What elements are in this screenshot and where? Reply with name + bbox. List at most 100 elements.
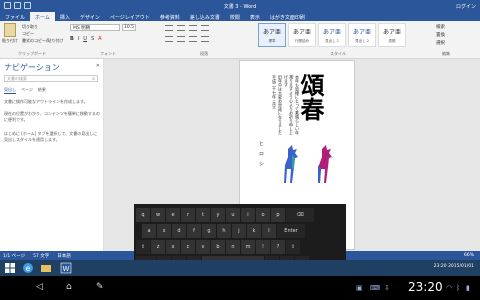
key-p[interactable]: p <box>271 208 285 222</box>
italic-button[interactable]: I <box>78 36 79 42</box>
key-s[interactable]: s <box>157 224 171 238</box>
style-title[interactable]: あア亜 表題 <box>378 23 406 47</box>
align-left-icon[interactable] <box>165 36 173 42</box>
styles-group-label: スタイル <box>330 51 346 56</box>
tab-mailings[interactable]: 差し込み文書 <box>185 12 225 21</box>
key-w[interactable]: w <box>151 208 165 222</box>
tab-design[interactable]: デザイン <box>75 12 105 21</box>
paste-button[interactable] <box>4 23 16 37</box>
internet-explorer-icon[interactable]: e <box>22 262 34 274</box>
format-painter-button[interactable]: 書式のコピー/貼り付け <box>22 38 63 44</box>
font-size-select[interactable]: 10.5 <box>122 24 136 31</box>
home-icon[interactable]: ⌂ <box>66 282 72 292</box>
language[interactable]: 日本語 <box>57 253 71 259</box>
align-right-icon[interactable] <box>189 36 197 42</box>
font-name-select[interactable]: MS 明朝 <box>70 24 120 31</box>
key-c[interactable]: c <box>181 240 195 254</box>
nav-tab-pages[interactable]: ページ <box>21 87 33 94</box>
windows-taskbar: e W 23:20 2015/01/01 <box>0 260 480 276</box>
close-icon[interactable]: ✕ <box>96 63 100 69</box>
multilevel-icon[interactable] <box>189 25 197 31</box>
style-sample: あア亜 <box>262 29 281 36</box>
key-l[interactable]: l <box>262 224 276 238</box>
tab-insert[interactable]: 挿入 <box>55 12 75 21</box>
style-heading-2[interactable]: あア亜 見出し 2 <box>348 23 376 47</box>
signin-link[interactable]: ログイン <box>456 3 476 10</box>
cut-button[interactable]: 切り取り <box>22 24 38 30</box>
select-button[interactable]: 選択 <box>436 40 445 48</box>
file-explorer-icon[interactable] <box>40 262 52 274</box>
key-e[interactable]: e <box>166 208 180 222</box>
enter-key[interactable]: Enter <box>277 224 305 238</box>
tab-references[interactable]: 参考資料 <box>155 12 185 21</box>
align-center-icon[interactable] <box>177 36 185 42</box>
zoom-level[interactable]: 66% <box>464 253 474 258</box>
nav-tab-results[interactable]: 結果 <box>38 87 46 94</box>
key-f[interactable]: f <box>187 224 201 238</box>
back-icon[interactable]: ◁ <box>36 282 43 292</box>
tab-file[interactable]: ファイル <box>0 12 31 21</box>
key-n[interactable]: n <box>226 240 240 254</box>
numbering-icon[interactable] <box>177 25 185 31</box>
bold-button[interactable]: B <box>70 36 74 42</box>
doc-line: ありますよう心よりお祈り申し上げます <box>284 75 294 135</box>
windows-start-icon[interactable] <box>4 262 16 274</box>
nav-search-input[interactable]: 文書の検索 ⌕ <box>4 75 98 82</box>
copy-button[interactable]: コピー <box>22 31 34 37</box>
tab-page-layout[interactable]: ページレイアウト <box>105 12 155 21</box>
greeting-kanji: 頌春 <box>296 73 325 121</box>
indent-icon[interactable] <box>201 25 209 31</box>
key-o[interactable]: o <box>256 208 270 222</box>
nav-help-2: 現在の位置がわかり、コンテンツを簡単に移動するのに便利です。 <box>4 111 100 122</box>
key-question[interactable]: ? <box>271 240 285 254</box>
word-icon[interactable]: W <box>60 262 72 274</box>
tab-home[interactable]: ホーム <box>30 12 55 21</box>
key-v[interactable]: v <box>196 240 210 254</box>
key-m[interactable]: m <box>241 240 255 254</box>
justify-icon[interactable] <box>201 36 209 42</box>
style-name: 行間詰め <box>295 39 309 43</box>
style-sample: あア亜 <box>292 29 311 36</box>
strikethrough-button[interactable]: S <box>91 36 94 42</box>
key-x[interactable]: x <box>166 240 180 254</box>
screen: 文書 3 - Word ログイン ファイル ホーム 挿入 デザイン ページレイア… <box>0 0 480 300</box>
key-y[interactable]: y <box>211 208 225 222</box>
key-k[interactable]: k <box>247 224 261 238</box>
tab-view[interactable]: 表示 <box>245 12 265 21</box>
key-t[interactable]: t <box>196 208 210 222</box>
key-g[interactable]: g <box>202 224 216 238</box>
title-bar: 文書 3 - Word ログイン <box>0 0 480 12</box>
key-b[interactable]: b <box>211 240 225 254</box>
tab-review[interactable]: 校閲 <box>225 12 245 21</box>
tab-postcard[interactable]: はがき文面印刷 <box>265 12 310 21</box>
key-i[interactable]: i <box>241 208 255 222</box>
signature: ヒロシ <box>258 141 264 171</box>
key-d[interactable]: d <box>172 224 186 238</box>
svg-text:W: W <box>63 265 70 273</box>
tray-time[interactable]: 23:20 <box>434 264 447 269</box>
backspace-key[interactable]: ⌫ <box>286 208 314 222</box>
font-color-button[interactable]: A <box>98 36 101 42</box>
style-no-spacing[interactable]: あア亜 行間詰め <box>288 23 316 47</box>
shift-key-right[interactable]: ⇧ <box>286 240 300 254</box>
key-j[interactable]: j <box>232 224 246 238</box>
key-r[interactable]: r <box>181 208 195 222</box>
key-z[interactable]: z <box>151 240 165 254</box>
tray-date[interactable]: 2015/01/01 <box>448 264 474 269</box>
nav-tab-headings[interactable]: 見出し <box>4 87 16 94</box>
key-h[interactable]: h <box>217 224 231 238</box>
style-normal[interactable]: あア亜 標準 <box>258 23 286 47</box>
shift-key-left[interactable]: ⇧ <box>136 240 150 254</box>
key-a[interactable]: a <box>142 224 156 238</box>
editing-group-label: 編集 <box>442 51 450 56</box>
replace-button[interactable]: 置換 <box>436 32 445 40</box>
underline-button[interactable]: U <box>83 36 87 42</box>
key-u[interactable]: u <box>226 208 240 222</box>
bullets-icon[interactable] <box>165 25 173 31</box>
key-q[interactable]: q <box>136 208 150 222</box>
style-heading-1[interactable]: あア亜 見出し 1 <box>318 23 346 47</box>
key-exclaim[interactable]: ! <box>256 240 270 254</box>
search-icon[interactable]: ⌕ <box>92 76 95 82</box>
find-button[interactable]: 検索 <box>436 24 445 32</box>
pen-icon[interactable]: ✎ <box>96 282 104 292</box>
